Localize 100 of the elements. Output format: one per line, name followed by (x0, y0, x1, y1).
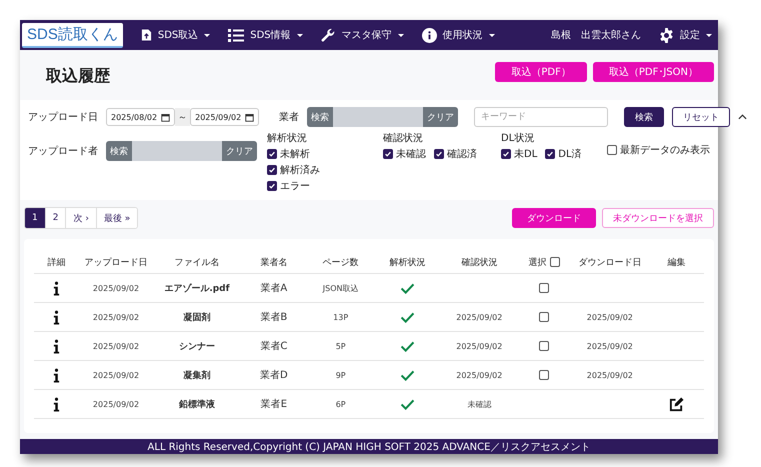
checkbox[interactable] (267, 149, 277, 159)
table-cell: 未確認 (440, 390, 518, 418)
nav-menu[interactable]: マスタ保守 (320, 28, 404, 42)
nav-menu[interactable]: SDS情報 (228, 28, 303, 42)
table-cell: 9P (307, 360, 374, 390)
info-icon[interactable] (52, 310, 60, 324)
table-cell: 2025/09/02 (78, 332, 154, 360)
group-title: 確認状況 (383, 132, 424, 145)
field-label: アップロード者 (28, 144, 98, 158)
reset-button[interactable]: リセット (672, 107, 730, 127)
column-header: 解析状況 (374, 251, 441, 274)
calendar-icon[interactable] (161, 112, 170, 122)
column-header: 確認状況 (440, 251, 518, 274)
field-label: 業者 (279, 110, 300, 124)
keyword-field[interactable]: キーワード (474, 107, 608, 127)
table-cell: 鉛標準液 (153, 390, 240, 418)
row-checkbox[interactable] (539, 312, 550, 322)
table-cell: 業者A (240, 274, 308, 302)
table-cell: 凝集剤 (153, 360, 240, 390)
footer-text: ALL Rights Reserved,Copyright (C) JAPAN HIGH SOFT 2025 ADVANCE／リスクアセスメント (148, 440, 590, 454)
column-header: 編集 (649, 251, 704, 274)
checkbox-label: 解析済み (280, 164, 320, 177)
select-all-checkbox[interactable] (550, 257, 560, 267)
checkbox-label: 確認済 (447, 148, 477, 161)
app-logo[interactable]: SDS読取くん (22, 22, 123, 48)
table-cell: 5P (307, 332, 374, 360)
row-checkbox[interactable] (539, 370, 550, 380)
checkbox-label: DL済 (558, 148, 582, 161)
row-checkbox[interactable] (539, 341, 550, 351)
table-cell: シンナー (153, 332, 240, 360)
caret-icon (706, 34, 712, 36)
info-icon[interactable] (52, 280, 60, 296)
checkbox-label: 未確認 (396, 148, 426, 161)
table-cell: 業者E (240, 390, 308, 418)
column-header: 選択 (528, 256, 547, 268)
table-cell: 2025/09/02 (570, 332, 650, 360)
checkbox[interactable] (545, 149, 556, 159)
caret-icon (204, 34, 210, 36)
search-button[interactable]: 検索 (307, 107, 334, 127)
field-label: アップロード日 (28, 110, 98, 124)
select-undownloaded-button[interactable]: 未ダウンロードを選択 (602, 208, 714, 228)
page-title: 取込履歴 (46, 66, 111, 87)
import-button[interactable]: 取込（PDF） (495, 62, 587, 82)
info-icon[interactable] (52, 338, 60, 354)
date-field[interactable]: 2025/08/02 (106, 108, 176, 126)
table-cell: 業者C (240, 332, 308, 360)
checkbox-label: エラー (280, 180, 310, 193)
nav-menu[interactable]: 使用状況 (422, 28, 495, 42)
info-icon[interactable] (52, 368, 60, 382)
download-button[interactable]: ダウンロード (512, 208, 596, 228)
uploader-field[interactable] (132, 141, 222, 161)
table-cell: 業者B (240, 302, 308, 332)
table-cell: 凝固剤 (153, 302, 240, 332)
checkbox-label: 未DL (514, 148, 538, 161)
checkbox[interactable] (607, 145, 617, 155)
edit-icon[interactable] (669, 396, 684, 412)
table-cell: 2025/09/02 (440, 332, 518, 360)
table-cell: 2025/09/02 (570, 302, 650, 332)
page-button[interactable]: 1 (25, 208, 46, 228)
wrench-icon (320, 28, 336, 42)
calendar-icon[interactable] (245, 112, 254, 122)
import-button[interactable]: 取込（PDF･JSON） (592, 62, 714, 82)
row-checkbox[interactable] (539, 283, 550, 293)
checkbox[interactable] (383, 149, 393, 159)
info-icon[interactable] (52, 396, 60, 412)
table-cell: JSON取込 (307, 274, 374, 302)
file-upload-icon (140, 28, 152, 42)
table-cell: 6P (307, 390, 374, 418)
checkbox[interactable] (501, 149, 511, 159)
vendor-field[interactable] (333, 107, 424, 127)
range-separator: ～ (175, 108, 190, 126)
column-header: アップロード日 (78, 251, 154, 274)
settings-menu[interactable]: 設定 (659, 28, 712, 42)
column-header: 詳細 (34, 251, 79, 274)
checkbox-label: 未解析 (280, 148, 310, 161)
checkbox[interactable] (434, 149, 444, 159)
column-header: ダウンロード日 (570, 251, 650, 274)
caret-icon (488, 34, 495, 36)
search-button[interactable]: 検索 (624, 107, 664, 127)
clear-button[interactable]: クリア (222, 141, 257, 161)
checkbox[interactable] (267, 165, 277, 175)
table-cell: 2025/09/02 (440, 360, 518, 390)
table-cell: 2025/09/02 (440, 302, 518, 332)
column-header: 業者名 (240, 251, 308, 274)
table-cell: 業者D (240, 360, 308, 390)
table-cell: 13P (307, 302, 374, 332)
chevron-up-icon[interactable] (738, 114, 748, 120)
caret-icon (296, 34, 303, 36)
clear-button[interactable]: クリア (423, 107, 458, 127)
search-button[interactable]: 検索 (106, 141, 132, 161)
nav-menu[interactable]: SDS取込 (140, 28, 210, 42)
table-cell: 2025/09/02 (78, 390, 154, 418)
info-icon (422, 28, 437, 42)
column-header: ページ数 (307, 251, 374, 274)
table-cell: 2025/09/02 (78, 360, 154, 390)
checkbox[interactable] (267, 181, 277, 191)
user-name: 島根 出雲太郎さん (551, 28, 641, 42)
group-title: 解析状況 (267, 132, 308, 145)
table-cell: エアゾール.pdf (153, 274, 240, 302)
date-field[interactable]: 2025/09/02 (190, 108, 260, 126)
